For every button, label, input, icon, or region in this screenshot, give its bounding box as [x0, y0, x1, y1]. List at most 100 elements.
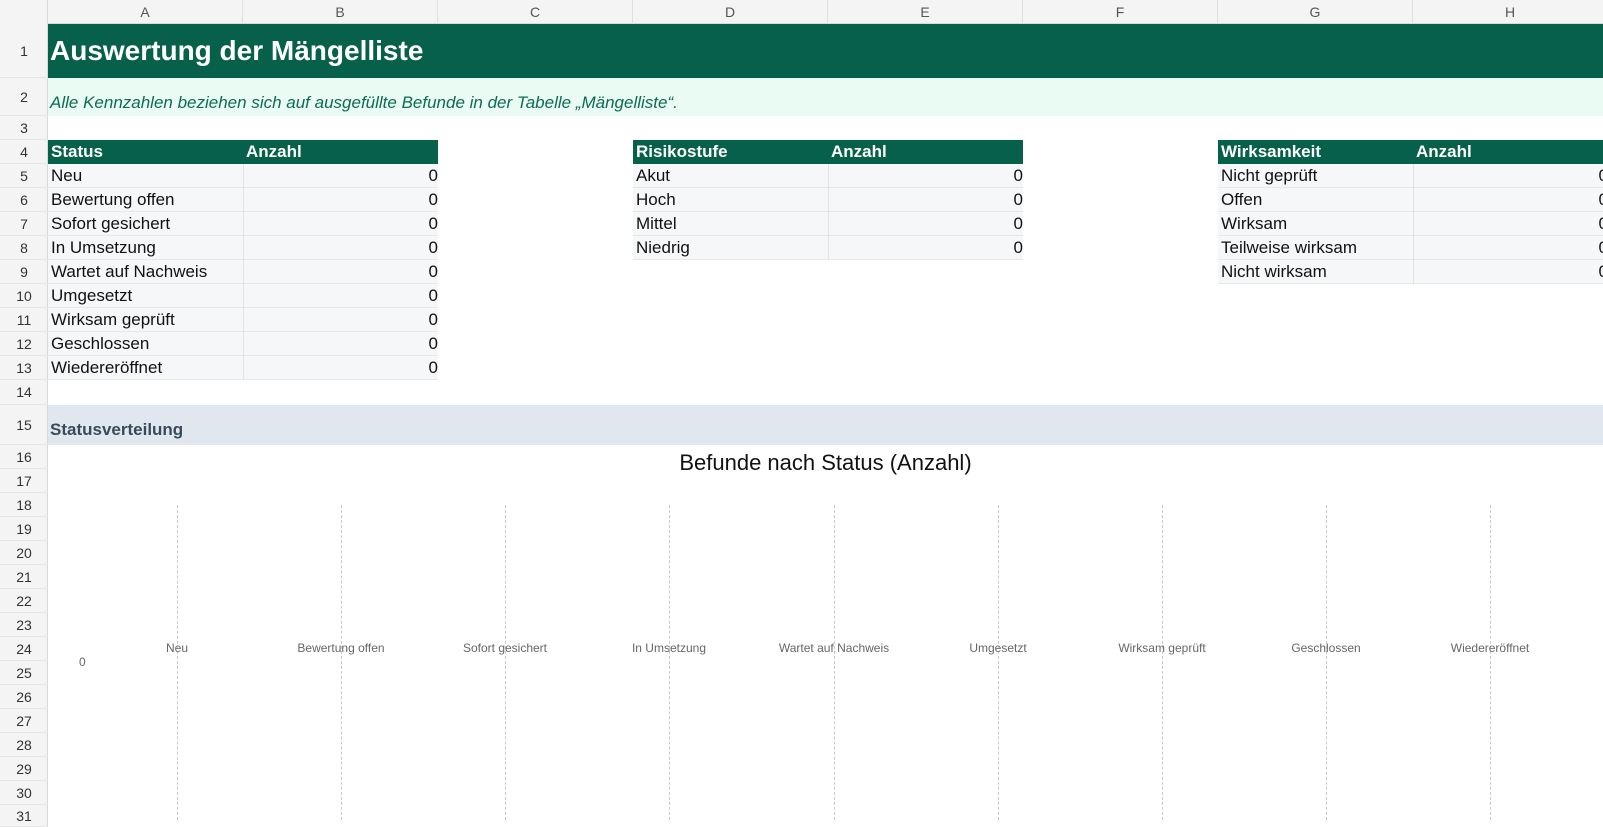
row-header-21[interactable]: 21	[0, 565, 48, 589]
row-header-27[interactable]: 27	[0, 709, 48, 733]
row-label[interactable]: Hoch	[633, 188, 676, 212]
row-header-17[interactable]: 17	[0, 469, 48, 493]
row-header-3[interactable]: 3	[0, 116, 48, 140]
table-row: Teilweise wirksam 0	[1218, 236, 1603, 260]
status-table-header: Status Anzahl	[48, 140, 438, 164]
page-title: Auswertung der Mängelliste	[50, 35, 424, 66]
column-header-f[interactable]: F	[1023, 0, 1218, 24]
row-label[interactable]: Nicht wirksam	[1218, 260, 1327, 284]
category-label: Wiedereröffnet	[1450, 641, 1530, 655]
table-row: Bewertung offen 0	[48, 188, 438, 212]
section-title: Statusverteilung	[50, 420, 184, 439]
table-row: Wirksam 0	[1218, 212, 1603, 236]
status-header-count[interactable]: Anzahl	[243, 140, 302, 164]
column-header-c[interactable]: C	[438, 0, 633, 24]
row-header-10[interactable]: 10	[0, 284, 48, 308]
row-label[interactable]: Nicht geprüft	[1218, 164, 1317, 188]
row-label[interactable]: Niedrig	[633, 236, 690, 260]
row-count[interactable]: 0	[243, 332, 441, 356]
row-header-7[interactable]: 7	[0, 212, 48, 236]
row-label[interactable]: Offen	[1218, 188, 1262, 212]
row-count[interactable]: 0	[828, 164, 1026, 188]
table-row: Nicht geprüft 0	[1218, 164, 1603, 188]
risk-header-label[interactable]: Risikostufe	[633, 140, 728, 164]
category-label: Umgesetzt	[969, 641, 1027, 655]
gridline	[177, 505, 178, 820]
row-header-14[interactable]: 14	[0, 380, 48, 405]
effect-header-label[interactable]: Wirksamkeit	[1218, 140, 1321, 164]
table-row: Umgesetzt 0	[48, 284, 438, 308]
row-label[interactable]: In Umsetzung	[48, 236, 156, 260]
row-header-13[interactable]: 13	[0, 356, 48, 380]
row-header-1[interactable]: 1	[0, 24, 48, 78]
row-header-22[interactable]: 22	[0, 589, 48, 613]
row-header-26[interactable]: 26	[0, 685, 48, 709]
row-count[interactable]: 0	[243, 308, 441, 332]
row-header-29[interactable]: 29	[0, 757, 48, 781]
table-row: Geschlossen 0	[48, 332, 438, 356]
row-header-18[interactable]: 18	[0, 493, 48, 517]
row-header-25[interactable]: 25	[0, 661, 48, 685]
column-header-g[interactable]: G	[1218, 0, 1413, 24]
row-count[interactable]: 0	[243, 284, 441, 308]
effect-header-count[interactable]: Anzahl	[1413, 140, 1472, 164]
column-header-b[interactable]: B	[243, 0, 438, 24]
row-header-28[interactable]: 28	[0, 733, 48, 757]
row-header-31[interactable]: 31	[0, 805, 48, 827]
row-label[interactable]: Sofort gesichert	[48, 212, 170, 236]
y-tick-label: 0	[79, 655, 86, 669]
row-label[interactable]: Neu	[48, 164, 82, 188]
table-row: Offen 0	[1218, 188, 1603, 212]
row-header-6[interactable]: 6	[0, 188, 48, 212]
row-count[interactable]: 0	[828, 188, 1026, 212]
row-count[interactable]: 0	[1413, 188, 1603, 212]
column-header-h[interactable]: H	[1413, 0, 1603, 24]
row-count[interactable]: 0	[243, 188, 441, 212]
row-header-11[interactable]: 11	[0, 308, 48, 332]
row-header-2[interactable]: 2	[0, 78, 48, 116]
row-label[interactable]: Mittel	[633, 212, 677, 236]
row-header-4[interactable]: 4	[0, 140, 48, 164]
gridline	[1326, 505, 1327, 820]
column-header-e[interactable]: E	[828, 0, 1023, 24]
row-label[interactable]: Wiedereröffnet	[48, 356, 162, 380]
row-count[interactable]: 0	[243, 260, 441, 284]
row-count[interactable]: 0	[243, 236, 441, 260]
row-count[interactable]: 0	[243, 356, 441, 380]
row-label[interactable]: Umgesetzt	[48, 284, 132, 308]
gridline	[341, 505, 342, 820]
row-header-15[interactable]: 15	[0, 405, 48, 445]
row-header-30[interactable]: 30	[0, 781, 48, 805]
row-header-20[interactable]: 20	[0, 541, 48, 565]
select-all-corner[interactable]	[0, 0, 48, 24]
row-label[interactable]: Akut	[633, 164, 670, 188]
row-header-5[interactable]: 5	[0, 164, 48, 188]
row-count[interactable]: 0	[243, 164, 441, 188]
table-row: Sofort gesichert 0	[48, 212, 438, 236]
row-header-8[interactable]: 8	[0, 236, 48, 260]
risk-header-count[interactable]: Anzahl	[828, 140, 887, 164]
status-header-label[interactable]: Status	[48, 140, 103, 164]
row-label[interactable]: Wirksam geprüft	[48, 308, 175, 332]
row-label[interactable]: Bewertung offen	[48, 188, 175, 212]
row-count[interactable]: 0	[1413, 164, 1603, 188]
row-label[interactable]: Geschlossen	[48, 332, 149, 356]
row-count[interactable]: 0	[1413, 236, 1603, 260]
table-row: Nicht wirksam 0	[1218, 260, 1603, 284]
row-count[interactable]: 0	[828, 212, 1026, 236]
row-count[interactable]: 0	[1413, 260, 1603, 284]
row-count[interactable]: 0	[828, 236, 1026, 260]
row-header-24[interactable]: 24	[0, 637, 48, 661]
row-count[interactable]: 0	[1413, 212, 1603, 236]
row-header-19[interactable]: 19	[0, 517, 48, 541]
row-header-16[interactable]: 16	[0, 445, 48, 469]
column-header-a[interactable]: A	[48, 0, 243, 24]
row-header-12[interactable]: 12	[0, 332, 48, 356]
row-label[interactable]: Wartet auf Nachweis	[48, 260, 207, 284]
row-label[interactable]: Teilweise wirksam	[1218, 236, 1357, 260]
row-label[interactable]: Wirksam	[1218, 212, 1287, 236]
row-count[interactable]: 0	[243, 212, 441, 236]
row-header-9[interactable]: 9	[0, 260, 48, 284]
column-header-d[interactable]: D	[633, 0, 828, 24]
row-header-23[interactable]: 23	[0, 613, 48, 637]
